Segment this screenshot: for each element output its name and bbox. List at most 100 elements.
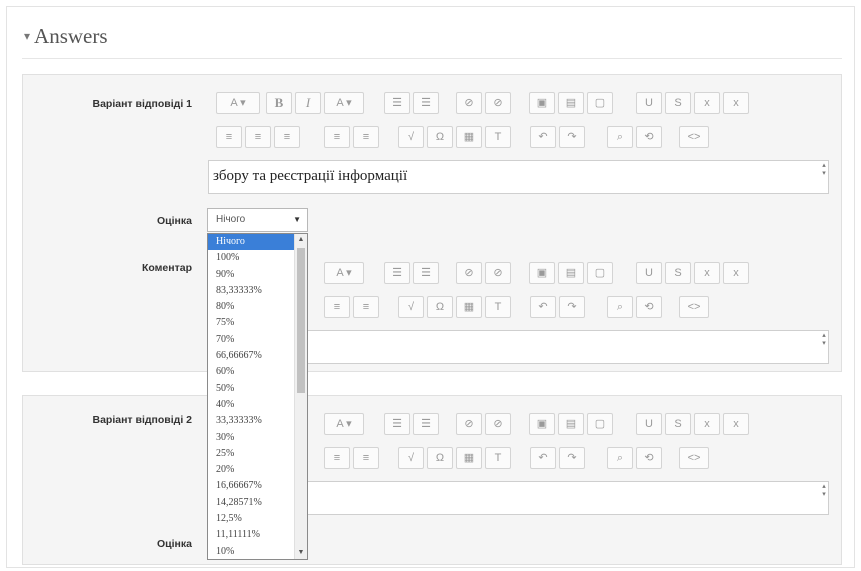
grade-option[interactable]: 50% — [208, 381, 307, 397]
bold-button[interactable]: B — [266, 92, 292, 114]
screenreader-button[interactable]: ⟲ — [636, 126, 662, 148]
equation-button[interactable]: √ — [398, 126, 424, 148]
undo-button[interactable]: ↶ — [530, 296, 556, 318]
grade-option[interactable]: 40% — [208, 397, 307, 413]
unlink-button[interactable]: ⊘ — [485, 92, 511, 114]
scroll-up-icon[interactable]: ▲ — [295, 234, 307, 246]
grade-option[interactable]: 60% — [208, 364, 307, 380]
special-char-button[interactable]: Ω — [427, 447, 453, 469]
grade-option[interactable]: Нічого — [208, 234, 294, 251]
grade-option[interactable]: 80% — [208, 299, 307, 315]
grade-option[interactable]: 20% — [208, 462, 307, 478]
accessibility-button[interactable]: ⌕ — [607, 447, 633, 469]
dropdown-scrollbar[interactable]: ▲ ▼ — [294, 234, 307, 559]
screenreader-button[interactable]: ⟲ — [636, 296, 662, 318]
underline-button[interactable]: U — [636, 92, 662, 114]
table-button[interactable]: ▦ — [456, 296, 482, 318]
grade-option[interactable]: 33,33333% — [208, 413, 307, 429]
redo-button[interactable]: ↷ — [559, 296, 585, 318]
scroll-down-icon[interactable]: ▼ — [295, 547, 307, 559]
align-left-button[interactable]: ≡ — [216, 126, 242, 148]
indent-button[interactable]: ≡ — [324, 126, 350, 148]
underline-button[interactable]: U — [636, 262, 662, 284]
textarea-resize-handle[interactable]: ▴ ▾ — [820, 482, 828, 514]
subscript-button[interactable]: x — [694, 262, 720, 284]
table-button[interactable]: ▦ — [456, 447, 482, 469]
html-button[interactable]: <> — [679, 447, 709, 469]
answers-section-header[interactable]: ▾ Answers — [24, 24, 108, 49]
unlink-button[interactable]: ⊘ — [485, 262, 511, 284]
clear-format-button[interactable]: T — [485, 126, 511, 148]
grade-option[interactable]: 10% — [208, 544, 307, 559]
equation-button[interactable]: √ — [398, 447, 424, 469]
screenreader-button[interactable]: ⟲ — [636, 447, 662, 469]
superscript-button[interactable]: x — [723, 262, 749, 284]
grade-dropdown-list[interactable]: Нічого 100% 90% 83,33333% 80% 75% 70% 66,66667%… — [207, 233, 308, 560]
superscript-button[interactable]: x — [723, 92, 749, 114]
undo-button[interactable]: ↶ — [530, 447, 556, 469]
subscript-button[interactable]: x — [694, 413, 720, 435]
image-button[interactable]: ▣ — [529, 413, 555, 435]
grade-option[interactable]: 25% — [208, 446, 307, 462]
undo-button[interactable]: ↶ — [530, 126, 556, 148]
grade-option[interactable]: 90% — [208, 267, 307, 283]
accessibility-button[interactable]: ⌕ — [607, 296, 633, 318]
redo-button[interactable]: ↷ — [559, 126, 585, 148]
strikethrough-button[interactable]: S — [665, 413, 691, 435]
equation-button[interactable]: √ — [398, 296, 424, 318]
html-button[interactable]: <> — [679, 126, 709, 148]
grade-option[interactable]: 30% — [208, 430, 307, 446]
outdent-button[interactable]: ≡ — [353, 296, 379, 318]
link-button[interactable]: ⊘ — [456, 92, 482, 114]
grade-select[interactable]: Нічого ▼ — [207, 208, 308, 232]
table-button[interactable]: ▦ — [456, 126, 482, 148]
special-char-button[interactable]: Ω — [427, 126, 453, 148]
subscript-button[interactable]: x — [694, 92, 720, 114]
bullet-list-button[interactable]: ☰ — [384, 92, 410, 114]
grade-option[interactable]: 75% — [208, 315, 307, 331]
grade-option[interactable]: 14,28571% — [208, 495, 307, 511]
clear-format-button[interactable]: T — [485, 296, 511, 318]
grade-option[interactable]: 66,66667% — [208, 348, 307, 364]
numbered-list-button[interactable]: ☰ — [413, 413, 439, 435]
link-button[interactable]: ⊘ — [456, 413, 482, 435]
manage-files-button[interactable]: ▢ — [587, 413, 613, 435]
accessibility-button[interactable]: ⌕ — [607, 126, 633, 148]
align-center-button[interactable]: ≡ — [245, 126, 271, 148]
clear-format-button[interactable]: T — [485, 447, 511, 469]
outdent-button[interactable]: ≡ — [353, 126, 379, 148]
strikethrough-button[interactable]: S — [665, 262, 691, 284]
special-char-button[interactable]: Ω — [427, 296, 453, 318]
textarea-resize-handle[interactable]: ▴ ▾ — [820, 161, 828, 193]
manage-files-button[interactable]: ▢ — [587, 262, 613, 284]
media-button[interactable]: ▤ — [558, 262, 584, 284]
grade-option[interactable]: 11,11111% — [208, 527, 307, 543]
media-button[interactable]: ▤ — [558, 92, 584, 114]
bullet-list-button[interactable]: ☰ — [384, 262, 410, 284]
strikethrough-button[interactable]: S — [665, 92, 691, 114]
scroll-thumb[interactable] — [297, 248, 305, 393]
unlink-button[interactable]: ⊘ — [485, 413, 511, 435]
text-color-button[interactable]: A ▾ — [324, 413, 364, 435]
indent-button[interactable]: ≡ — [324, 296, 350, 318]
grade-option[interactable]: 100% — [208, 250, 307, 266]
html-button[interactable]: <> — [679, 296, 709, 318]
textarea-resize-handle[interactable]: ▴ ▾ — [820, 331, 828, 363]
bullet-list-button[interactable]: ☰ — [384, 413, 410, 435]
grade-option[interactable]: 16,66667% — [208, 478, 307, 494]
redo-button[interactable]: ↷ — [559, 447, 585, 469]
outdent-button[interactable]: ≡ — [353, 447, 379, 469]
grade-option[interactable]: 70% — [208, 332, 307, 348]
underline-button[interactable]: U — [636, 413, 662, 435]
grade-option[interactable]: 12,5% — [208, 511, 307, 527]
italic-button[interactable]: I — [295, 92, 321, 114]
image-button[interactable]: ▣ — [529, 92, 555, 114]
answer-1-textarea[interactable]: збору та реєстрації інформації ▴ ▾ — [208, 160, 829, 194]
numbered-list-button[interactable]: ☰ — [413, 262, 439, 284]
indent-button[interactable]: ≡ — [324, 447, 350, 469]
grade-option[interactable]: 83,33333% — [208, 283, 307, 299]
image-button[interactable]: ▣ — [529, 262, 555, 284]
text-color-button[interactable]: A ▾ — [324, 262, 364, 284]
media-button[interactable]: ▤ — [558, 413, 584, 435]
superscript-button[interactable]: x — [723, 413, 749, 435]
